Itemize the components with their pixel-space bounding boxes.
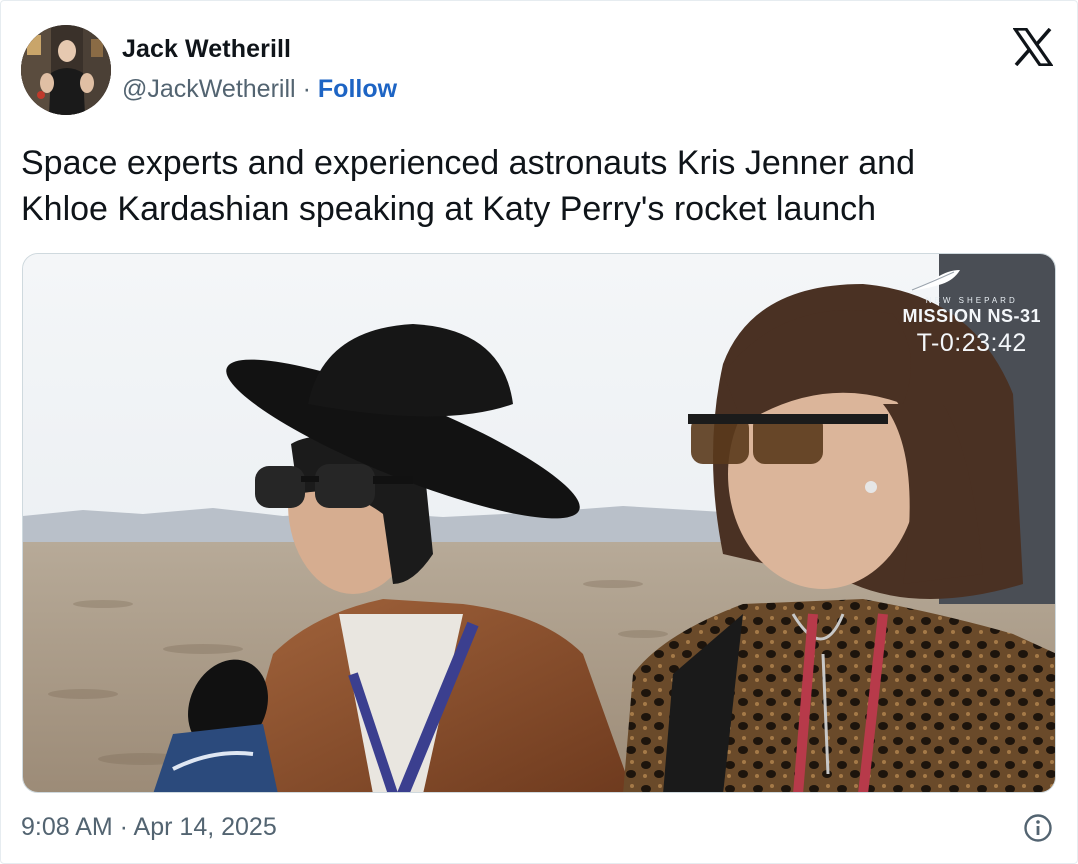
separator-dot: · xyxy=(302,75,311,103)
avatar-photo xyxy=(21,25,111,115)
broadcast-overlay: NEW SHEPARD MISSION NS-31 T-0:23:42 xyxy=(902,268,1041,358)
feather-logo-icon xyxy=(906,270,961,292)
tweet-text-line: Space experts and experienced astronauts… xyxy=(21,144,915,182)
tweet-media-video[interactable]: NEW SHEPARD MISSION NS-31 T-0:23:42 xyxy=(22,253,1056,793)
x-logo-icon[interactable] xyxy=(1013,28,1053,66)
author-handle[interactable]: @JackWetherill xyxy=(122,75,296,104)
follow-button[interactable]: Follow xyxy=(318,75,397,104)
tweet-text: Space experts and experienced astronauts… xyxy=(21,140,1051,232)
info-icon[interactable] xyxy=(1023,813,1053,843)
overlay-brand: NEW SHEPARD xyxy=(925,296,1018,305)
tweet-embed-card: Jack Wetherill @JackWetherill · Follow S… xyxy=(0,0,1078,864)
author-avatar[interactable] xyxy=(21,25,111,115)
tweet-timestamp[interactable]: 9:08 AM · Apr 14, 2025 xyxy=(21,813,277,842)
overlay-mission: MISSION NS-31 xyxy=(902,306,1041,326)
author-handle-row: @JackWetherill · Follow xyxy=(122,75,397,104)
video-frame xyxy=(23,254,1055,792)
overlay-countdown: T-0:23:42 xyxy=(916,329,1027,357)
author-display-name[interactable]: Jack Wetherill xyxy=(122,35,291,64)
tweet-text-line: Khloe Kardashian speaking at Katy Perry'… xyxy=(21,190,877,228)
